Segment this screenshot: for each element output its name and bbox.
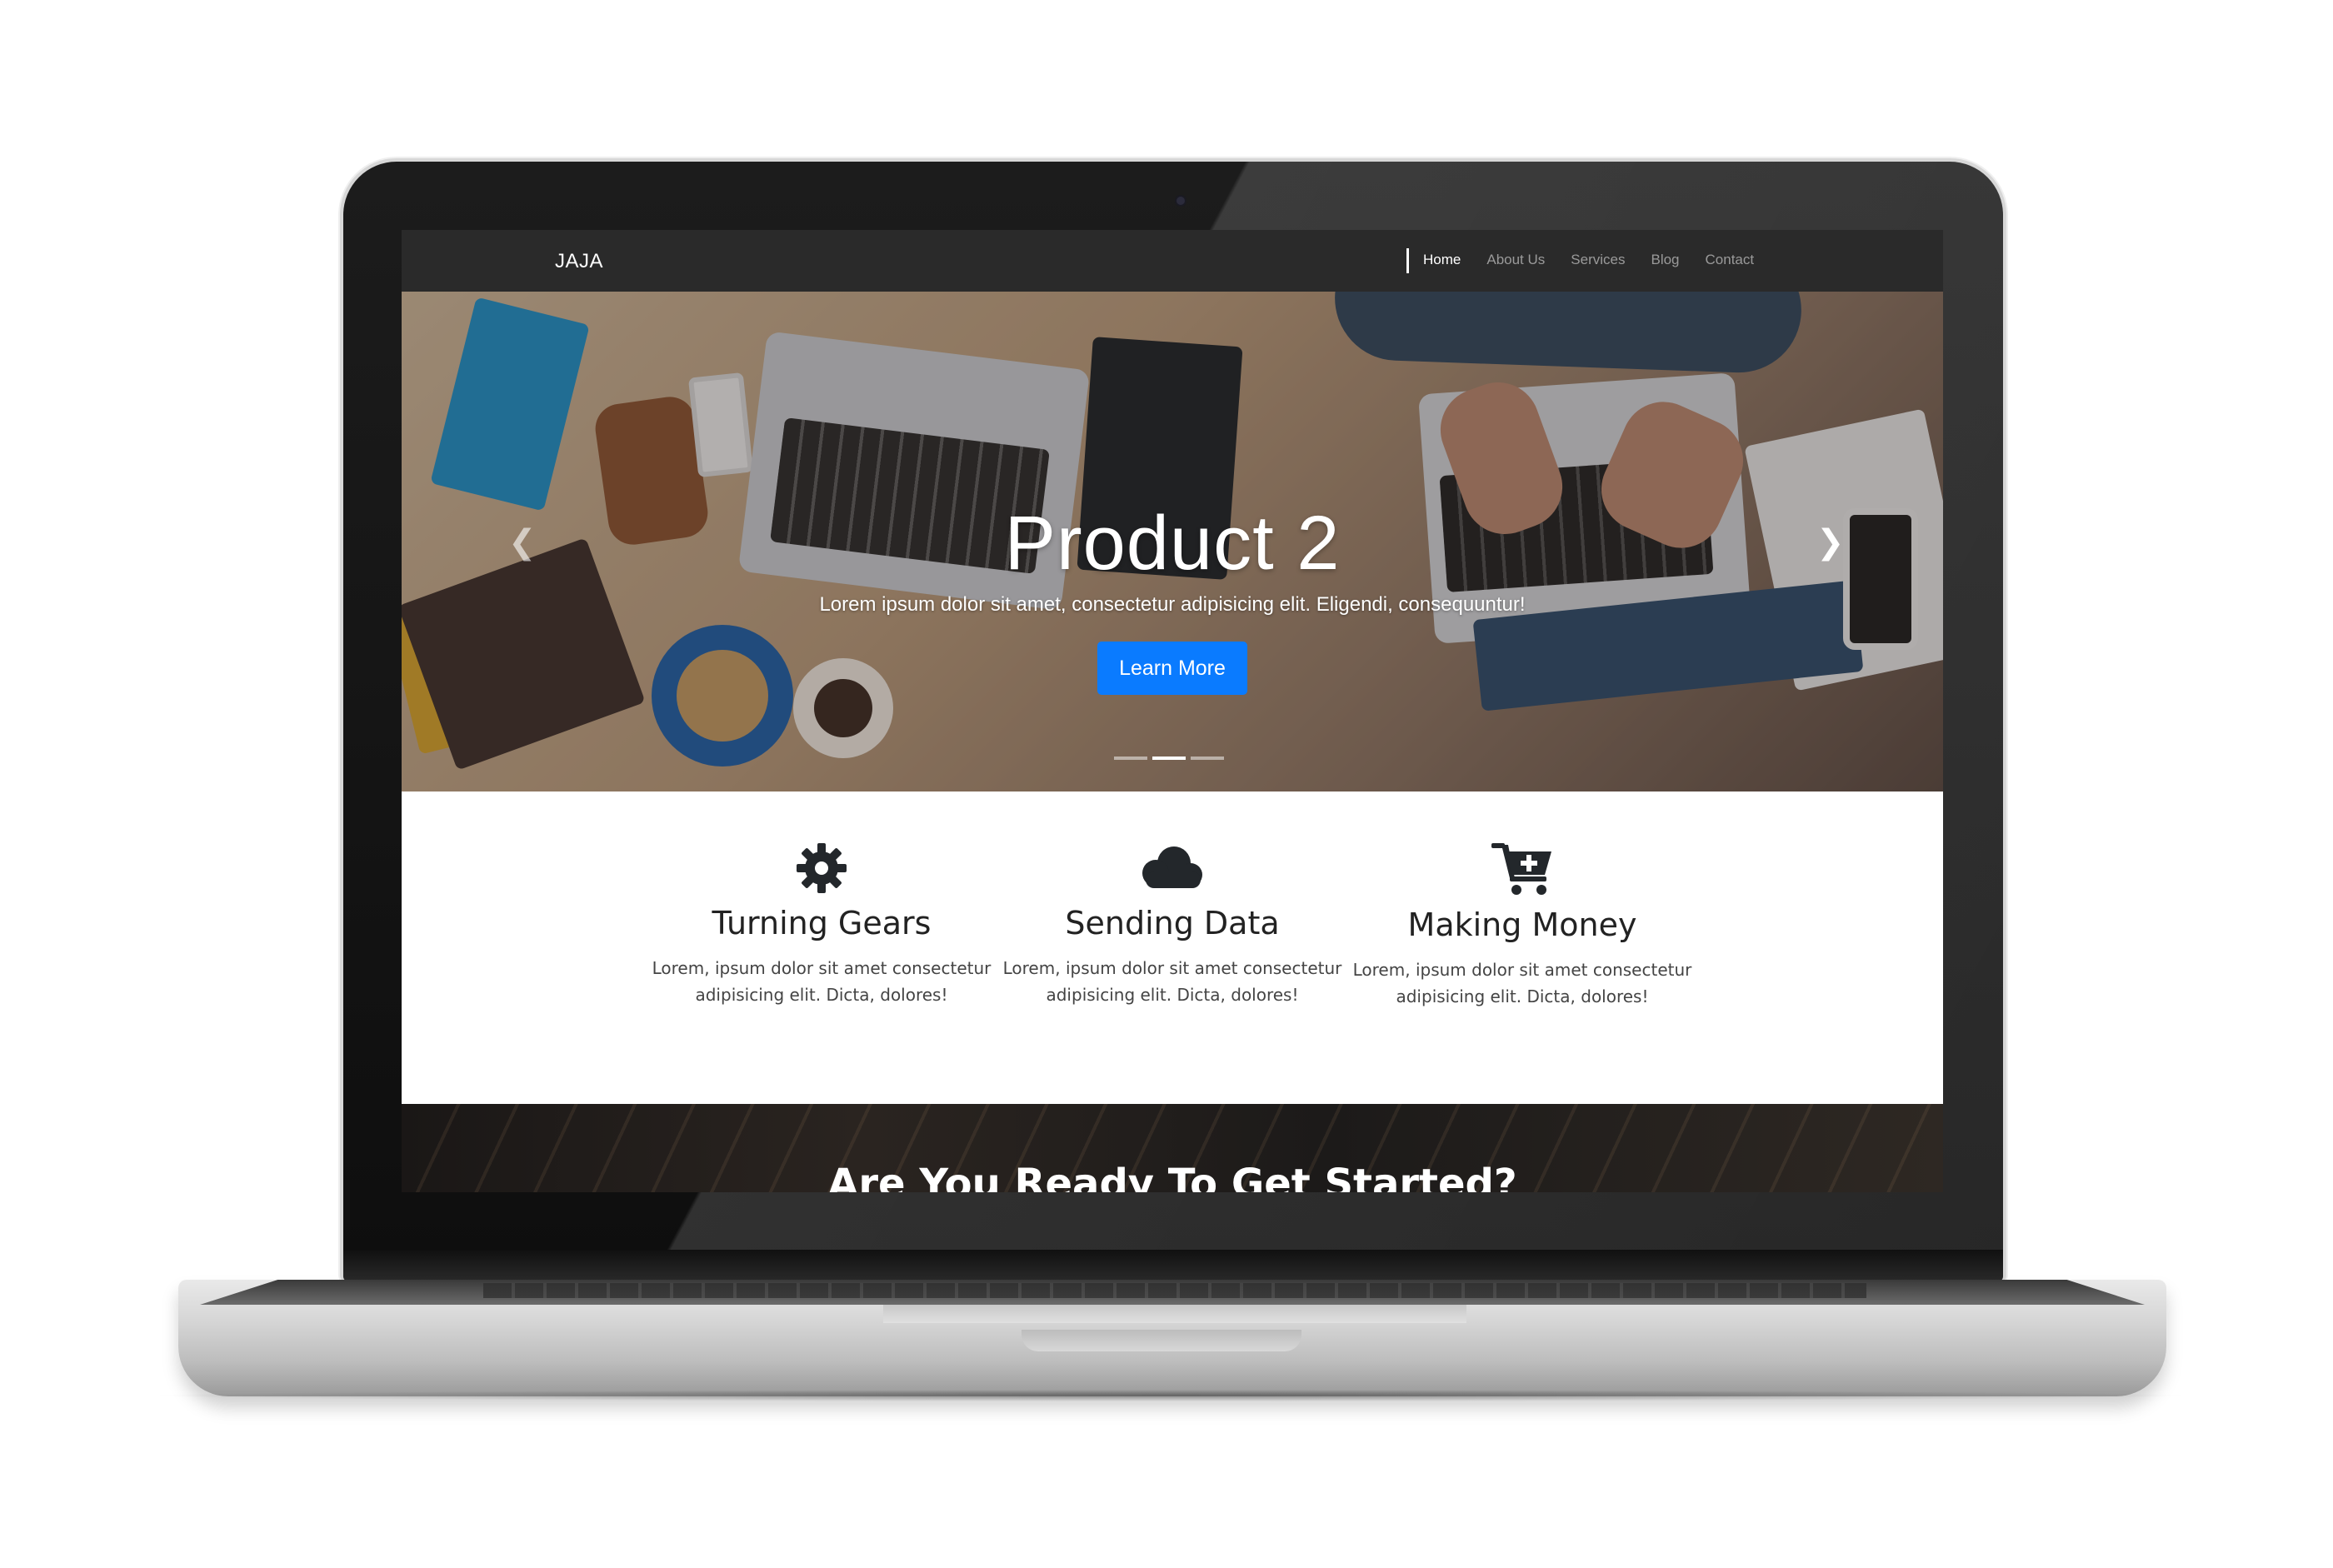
hero-title: Product 2 xyxy=(1004,501,1341,586)
navbar: JAJA Home About Us Services Blog Contact xyxy=(402,230,1943,292)
feature-title: Making Money xyxy=(1407,906,1637,943)
nav-services[interactable]: Services xyxy=(1571,252,1625,268)
nav-home[interactable]: Home xyxy=(1423,252,1461,268)
keyboard-keys xyxy=(483,1283,1866,1298)
nav-blog[interactable]: Blog xyxy=(1651,252,1679,268)
laptop-screen: JAJA Home About Us Services Blog Contact xyxy=(402,230,1943,1192)
brand-logo[interactable]: JAJA xyxy=(555,250,603,273)
cta-title: Are You Ready To Get Started? xyxy=(827,1161,1517,1192)
cta-section: Are You Ready To Get Started? xyxy=(402,1104,1943,1192)
feature-text: Lorem, ipsum dolor sit amet consectetur … xyxy=(1352,960,1692,1006)
carousel-indicator-1[interactable] xyxy=(1114,757,1147,760)
feature-text: Lorem, ipsum dolor sit amet consectetur … xyxy=(652,958,992,1005)
learn-more-button[interactable]: Learn More xyxy=(1097,642,1247,695)
nav-active-indicator xyxy=(1406,248,1409,273)
feature-title: Sending Data xyxy=(1065,905,1280,941)
laptop-shadow xyxy=(142,1390,2200,1401)
lid-notch xyxy=(1022,1330,1301,1351)
carousel-indicator-2[interactable] xyxy=(1152,757,1186,760)
carousel-indicator-3[interactable] xyxy=(1191,757,1224,760)
cart-plus-icon xyxy=(1491,843,1551,895)
gear-icon xyxy=(797,843,847,893)
lid-hinge xyxy=(343,1250,2003,1281)
feature-making-money: Making Money Lorem, ipsum dolor sit amet… xyxy=(1347,841,1697,1010)
nav-contact[interactable]: Contact xyxy=(1706,252,1755,268)
hero-subtitle: Lorem ipsum dolor sit amet, consectetur … xyxy=(819,593,1526,616)
nav-links: Home About Us Services Blog Contact xyxy=(1423,252,1754,268)
cloud-icon xyxy=(1142,846,1202,888)
feature-text: Lorem, ipsum dolor sit amet consectetur … xyxy=(1002,958,1342,1005)
webcam xyxy=(1176,197,1185,205)
feature-sending-data: Sending Data Lorem, ipsum dolor sit amet… xyxy=(997,841,1347,1008)
feature-turning-gears: Turning Gears Lorem, ipsum dolor sit ame… xyxy=(647,841,997,1008)
trackpad xyxy=(883,1305,1466,1323)
nav-about-us[interactable]: About Us xyxy=(1486,252,1545,268)
hero-carousel: ❮ ❯ Product 2 Lorem ipsum dolor sit amet… xyxy=(402,292,1943,791)
carousel-indicators xyxy=(1114,757,1224,760)
features-section: Turning Gears Lorem, ipsum dolor sit ame… xyxy=(402,791,1943,1104)
feature-title: Turning Gears xyxy=(712,905,932,941)
